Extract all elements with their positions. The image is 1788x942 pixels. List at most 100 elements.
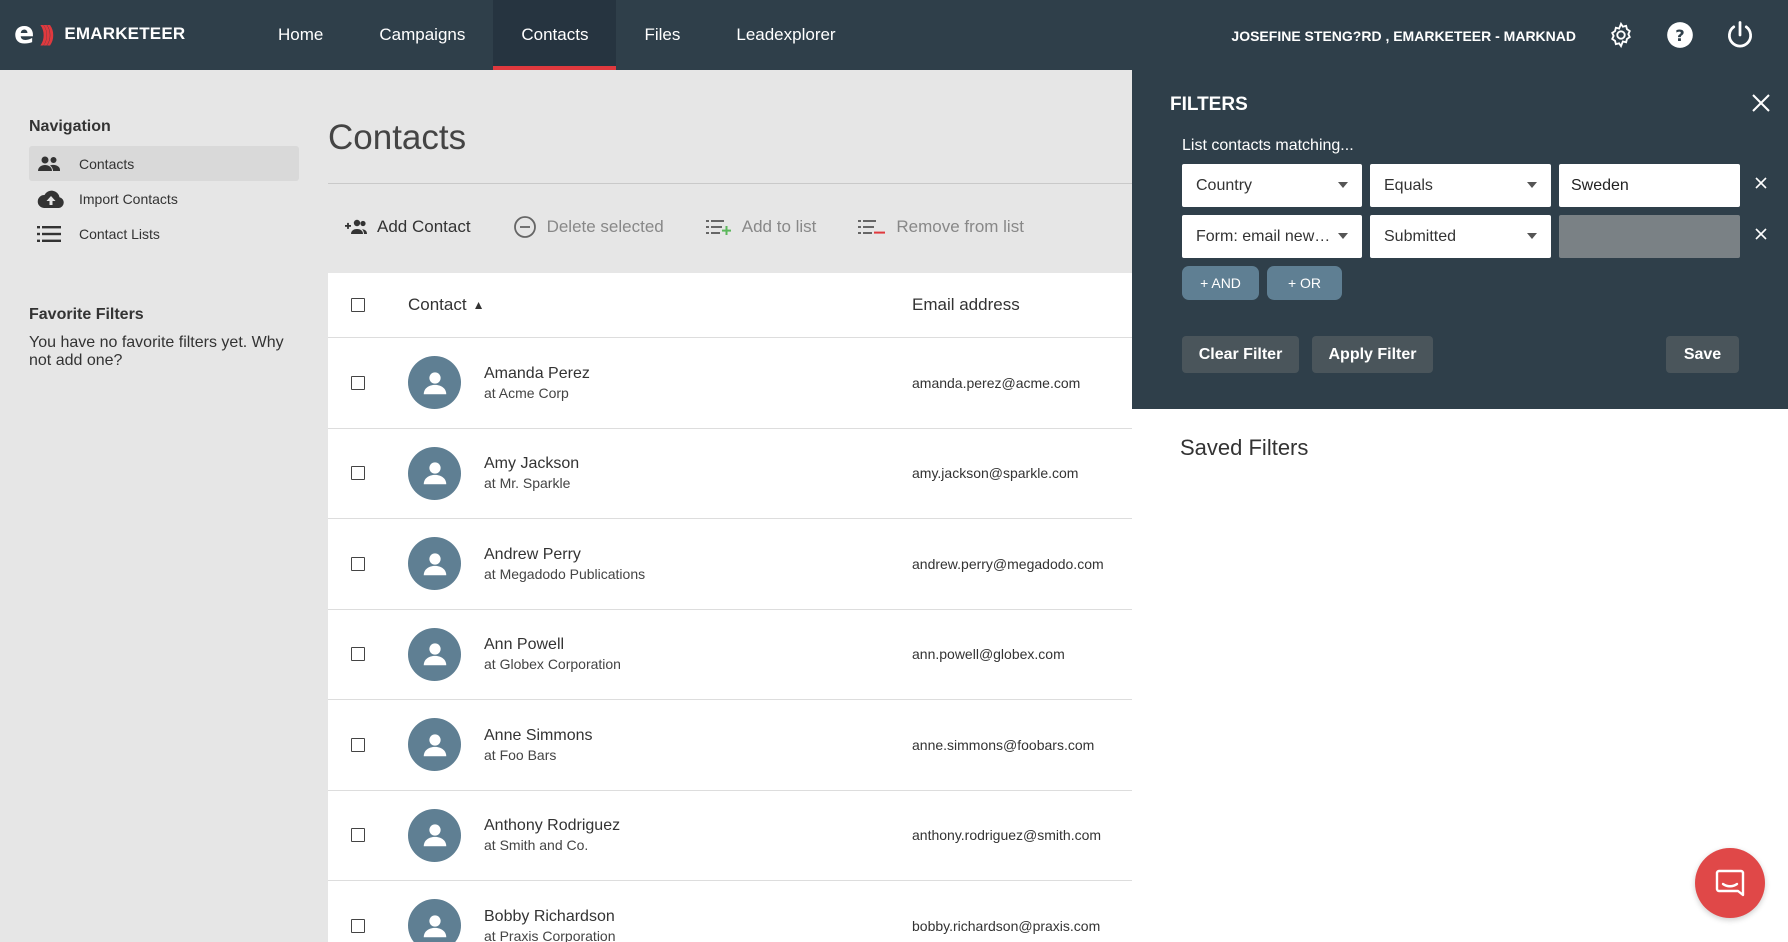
list-icon: [37, 225, 67, 243]
row-checkbox[interactable]: [351, 556, 365, 571]
add-contact-label: Add Contact: [377, 217, 471, 236]
contact-company: at Mr. Sparkle: [484, 475, 571, 492]
sidebar-item-label: Contacts: [79, 155, 135, 172]
add-to-list-label: Add to list: [741, 217, 817, 236]
svg-text:?: ?: [1675, 26, 1684, 45]
sidebar-item-import-contacts[interactable]: Import Contacts: [29, 181, 299, 216]
filter-operator-select[interactable]: Equals: [1370, 164, 1551, 207]
remove-from-list-label: Remove from list: [896, 217, 1024, 236]
apply-filter-button[interactable]: Apply Filter: [1312, 336, 1433, 373]
brand-logo[interactable]: e ))) EMARKETEER: [14, 16, 185, 51]
filters-panel: FILTERS List contacts matching... Countr…: [1132, 70, 1788, 409]
contact-name[interactable]: Anthony Rodriguez: [484, 817, 620, 835]
filter-operator-select[interactable]: Submitted: [1370, 215, 1551, 258]
table-row[interactable]: Bobby Richardson at Praxis Corporation bo…: [328, 881, 1133, 942]
chevron-down-icon: [1338, 182, 1348, 188]
save-filter-button[interactable]: Save: [1666, 336, 1739, 373]
power-icon[interactable]: [1725, 20, 1755, 50]
column-header-email[interactable]: Email address: [912, 295, 1133, 315]
row-checkbox[interactable]: [351, 647, 365, 662]
select-all-checkbox[interactable]: [351, 298, 365, 312]
remove-filter-icon[interactable]: [1754, 227, 1768, 246]
contact-name[interactable]: Andrew Perry: [484, 546, 645, 564]
contact-name[interactable]: Anne Simmons: [484, 727, 593, 745]
people-icon: [37, 155, 67, 173]
avatar: [408, 899, 461, 942]
row-checkbox[interactable]: [351, 737, 365, 752]
logo-waves-icon: ))): [40, 20, 54, 46]
filter-operator-value: Submitted: [1384, 227, 1457, 245]
nav-files[interactable]: Files: [616, 0, 708, 70]
gear-icon[interactable]: [1606, 20, 1636, 50]
user-account-label[interactable]: JOSEFINE STENG?RD , EMARKETEER - MARKNAD: [1231, 28, 1576, 44]
nav-contacts[interactable]: Contacts: [493, 0, 617, 70]
main-nav: Home Campaigns Contacts Files Leadexplor…: [250, 0, 864, 70]
table-row[interactable]: Amy Jackson at Mr. Sparkle amy.jackson@sp…: [328, 429, 1133, 519]
saved-filters-panel: Saved Filters: [1132, 409, 1788, 942]
avatar: [408, 718, 461, 772]
nav-campaigns[interactable]: Campaigns: [351, 0, 493, 70]
table-row[interactable]: Anthony Rodriguez at Smith and Co. anthon…: [328, 791, 1133, 881]
playlist-remove-icon: [858, 219, 886, 235]
table-header: Contact ▲ Email address: [328, 273, 1133, 338]
table-row[interactable]: Ann Powell at Globex Corporation ann.powe…: [328, 610, 1133, 700]
contacts-table: Contact ▲ Email address Amanda Perez at A…: [328, 273, 1133, 942]
column-header-contact[interactable]: Contact ▲: [408, 295, 912, 315]
minus-circle-icon: [513, 215, 537, 239]
saved-filters-title: Saved Filters: [1180, 435, 1309, 460]
chevron-down-icon: [1527, 182, 1537, 188]
contact-company: at Smith and Co.: [484, 837, 589, 854]
add-contact-button[interactable]: Add Contact: [345, 217, 471, 237]
chat-icon[interactable]: [1695, 848, 1765, 918]
table-row[interactable]: Anne Simmons at Foo Bars anne.simmons@foo…: [328, 700, 1133, 791]
contact-company: at Praxis Corporation: [484, 927, 616, 942]
favorite-filters-empty-text: You have no favorite filters yet. Why no…: [29, 334, 284, 369]
contact-email: andrew.perry@megadodo.com: [912, 555, 1104, 572]
filter-field-select[interactable]: Country: [1182, 164, 1362, 207]
filter-operator-value: Equals: [1384, 176, 1433, 194]
table-row[interactable]: Andrew Perry at Megadodo Publications and…: [328, 519, 1133, 610]
sidebar-item-label: Import Contacts: [79, 190, 178, 207]
contact-company: at Megadodo Publications: [484, 565, 646, 582]
contact-company: at Foo Bars: [484, 746, 557, 763]
avatar: [408, 356, 461, 410]
add-and-condition-button[interactable]: + AND: [1182, 266, 1259, 300]
contact-name[interactable]: Amanda Perez: [484, 365, 590, 383]
contact-email: amy.jackson@sparkle.com: [912, 465, 1079, 482]
clear-filter-button[interactable]: Clear Filter: [1182, 336, 1299, 373]
filters-subtitle: List contacts matching...: [1182, 137, 1354, 154]
delete-selected-button[interactable]: Delete selected: [513, 215, 664, 239]
sidebar-item-contacts[interactable]: Contacts: [29, 146, 299, 181]
favorite-filters-heading: Favorite Filters: [29, 306, 144, 323]
avatar: [408, 537, 461, 591]
filter-field-value: Country: [1196, 176, 1253, 194]
close-icon[interactable]: [1750, 92, 1772, 119]
playlist-add-icon: [705, 219, 732, 235]
row-checkbox[interactable]: [351, 375, 365, 390]
nav-home[interactable]: Home: [250, 0, 351, 70]
filter-value-input[interactable]: Sweden: [1559, 164, 1740, 207]
filter-field-value: Form: email new…: [1196, 227, 1331, 245]
contact-name[interactable]: Ann Powell: [484, 636, 621, 654]
delete-selected-label: Delete selected: [546, 217, 664, 236]
help-icon[interactable]: ?: [1665, 20, 1695, 50]
contact-email: ann.powell@globex.com: [912, 646, 1065, 663]
remove-from-list-button[interactable]: Remove from list: [858, 217, 1024, 237]
page-title: Contacts: [328, 118, 467, 157]
title-divider: [328, 183, 1133, 184]
contact-email: amanda.perez@acme.com: [912, 374, 1081, 391]
row-checkbox[interactable]: [351, 828, 365, 843]
chevron-down-icon: [1338, 233, 1348, 239]
sidebar-item-contact-lists[interactable]: Contact Lists: [29, 216, 299, 251]
contact-name[interactable]: Bobby Richardson: [484, 908, 616, 926]
contact-name[interactable]: Amy Jackson: [484, 455, 579, 473]
add-to-list-button[interactable]: Add to list: [705, 217, 817, 237]
add-or-condition-button[interactable]: + OR: [1267, 266, 1342, 300]
remove-filter-icon[interactable]: [1754, 176, 1768, 195]
nav-leadexplorer[interactable]: Leadexplorer: [708, 0, 863, 70]
contact-company: at Globex Corporation: [484, 656, 621, 673]
row-checkbox[interactable]: [351, 918, 365, 933]
filter-field-select[interactable]: Form: email new…: [1182, 215, 1362, 258]
row-checkbox[interactable]: [351, 466, 365, 481]
table-row[interactable]: Amanda Perez at Acme Corp amanda.perez@ac…: [328, 338, 1133, 429]
